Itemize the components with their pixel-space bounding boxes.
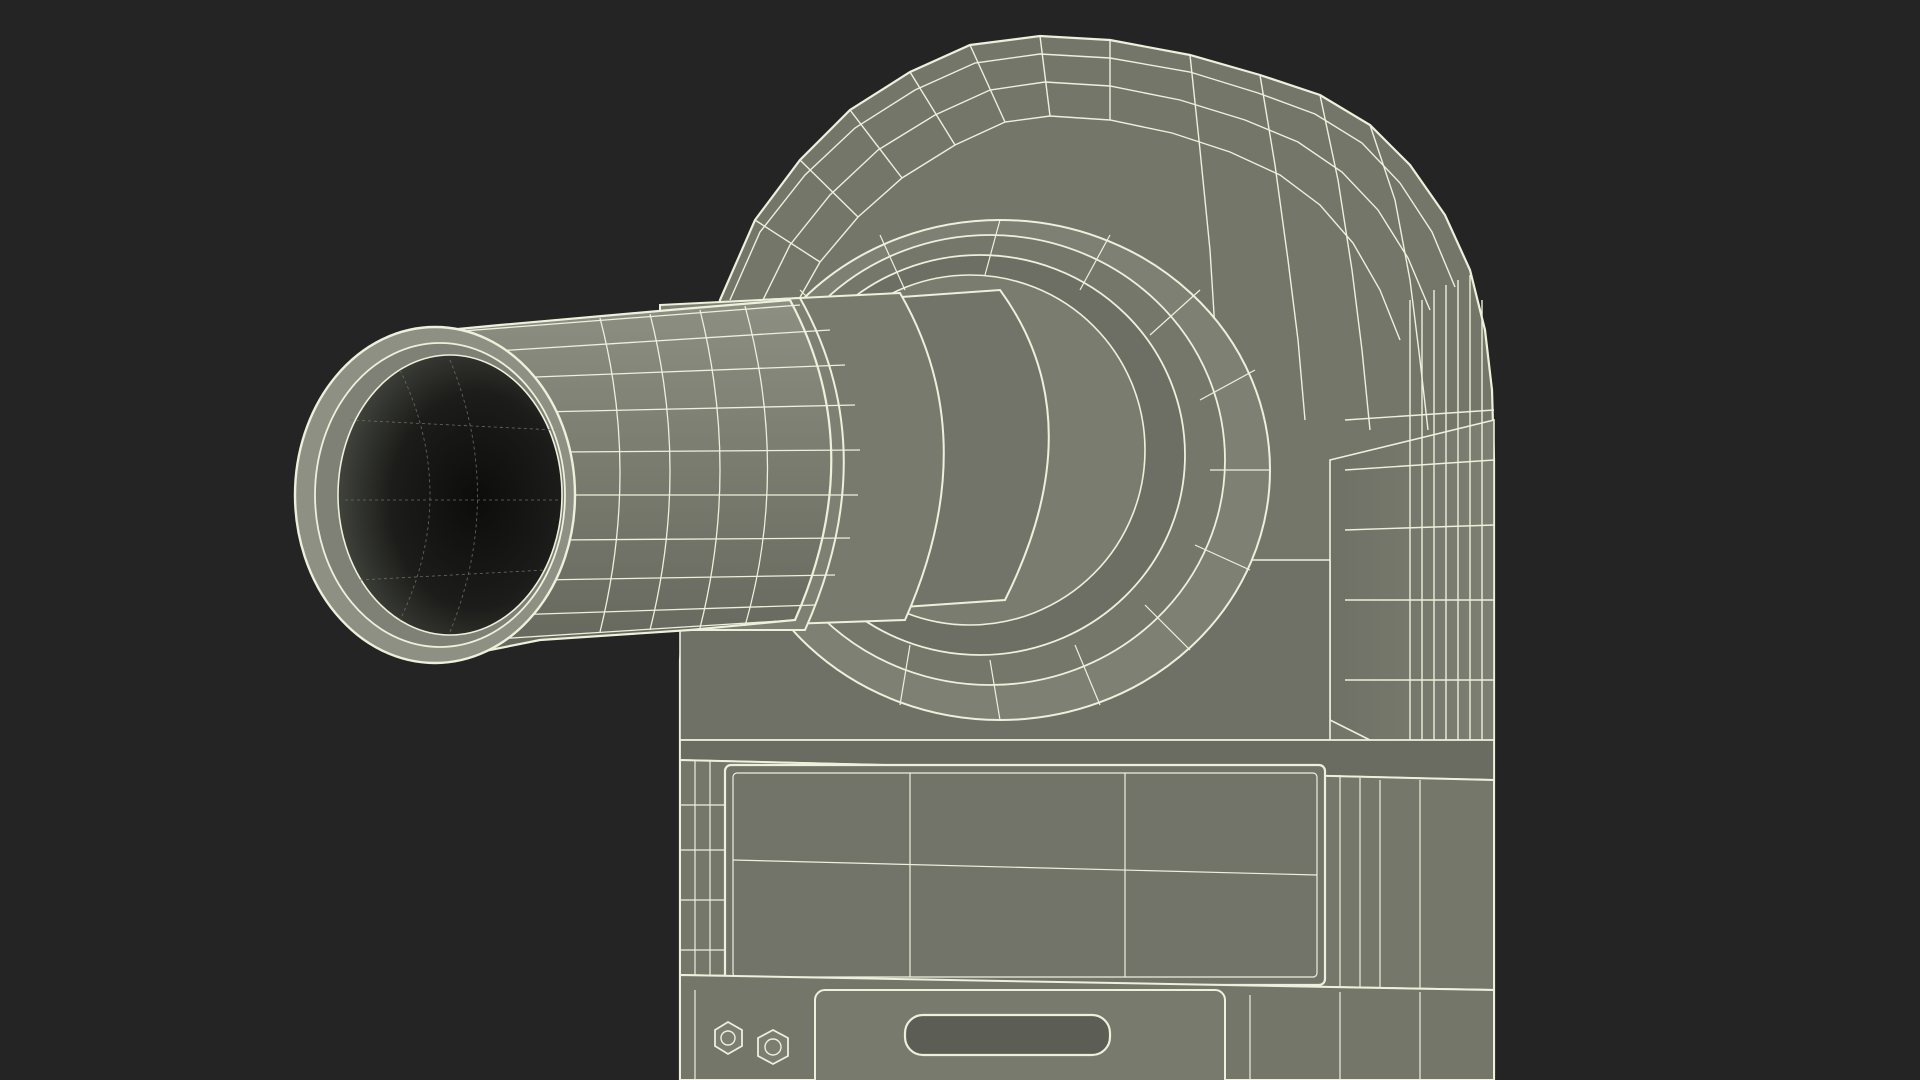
screw-left [714, 1020, 743, 1056]
button-slot [903, 1013, 1112, 1057]
screw-right [757, 1028, 789, 1066]
lower-panel [679, 973, 1495, 1080]
display-band [679, 739, 1495, 992]
display-screen [723, 763, 1327, 987]
tube-cavity [337, 354, 563, 636]
wireframe-render [293, 34, 1496, 1080]
